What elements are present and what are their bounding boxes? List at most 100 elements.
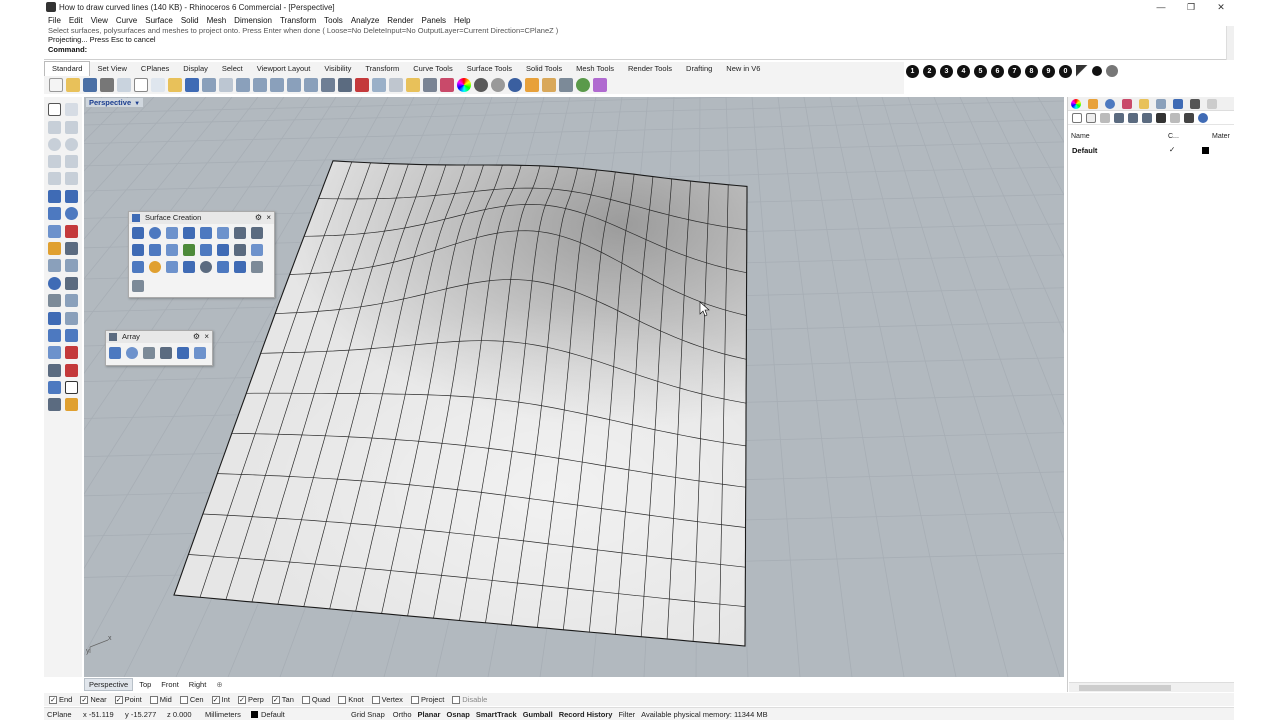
osnap-knot[interactable]: Knot — [338, 695, 364, 704]
dimension-icon[interactable] — [65, 242, 78, 255]
tab-visibility[interactable]: Visibility — [317, 62, 358, 76]
menu-tools[interactable]: Tools — [324, 16, 343, 25]
osnap-checkbox[interactable] — [452, 695, 461, 704]
display-button-9[interactable]: 9 — [1042, 64, 1055, 78]
menu-solid[interactable]: Solid — [181, 16, 199, 25]
globe-icon[interactable] — [576, 78, 590, 92]
more-tools-icon[interactable] — [132, 280, 144, 292]
checkmark-tool-icon[interactable] — [65, 381, 78, 394]
rectangular-plane-icon[interactable] — [183, 227, 195, 239]
tab-transform[interactable]: Transform — [358, 62, 406, 76]
osnap-checkbox[interactable] — [338, 695, 347, 704]
surface-creation-titlebar[interactable]: Surface Creation ⚙ × — [129, 212, 274, 224]
panel-horizontal-scrollbar[interactable] — [1069, 682, 1234, 692]
column-current[interactable]: C... — [1168, 133, 1179, 140]
close-button[interactable]: ✕ — [1206, 0, 1236, 14]
osnap-perp[interactable]: ✓ Perp — [237, 695, 264, 704]
tab-display[interactable]: Display — [176, 62, 215, 76]
tab-mesh-tools[interactable]: Mesh Tools — [569, 62, 621, 76]
tab-solid-tools[interactable]: Solid Tools — [519, 62, 569, 76]
display-button-7[interactable]: 7 — [1008, 64, 1021, 78]
array-icon[interactable] — [48, 364, 61, 377]
gear-icon[interactable]: ⚙ — [193, 331, 200, 343]
tab-drafting[interactable]: Drafting — [679, 62, 719, 76]
trim-icon[interactable] — [48, 259, 61, 272]
display-button-6[interactable]: 6 — [991, 64, 1004, 78]
text-icon[interactable] — [48, 312, 61, 325]
color-wheel-icon[interactable] — [457, 78, 471, 92]
polyline-icon[interactable] — [65, 121, 78, 134]
tab-select[interactable]: Select — [215, 62, 250, 76]
display-button-3[interactable]: 3 — [940, 64, 953, 78]
delete-layer-icon[interactable] — [1100, 112, 1110, 123]
osnap-near[interactable]: ✓ Near — [80, 695, 107, 704]
column-name[interactable]: Name — [1071, 133, 1090, 140]
network-surface-icon[interactable] — [200, 244, 212, 256]
tab-render-tools[interactable]: Render Tools — [621, 62, 679, 76]
zoom-icon[interactable] — [253, 78, 267, 92]
menu-render[interactable]: Render — [387, 16, 413, 25]
extrude-icon[interactable] — [65, 190, 78, 203]
array-titlebar[interactable]: Array ⚙ × — [106, 331, 212, 343]
array-on-surface-icon[interactable] — [160, 347, 172, 359]
surface-icon[interactable] — [48, 190, 61, 203]
lock-icon[interactable] — [423, 78, 437, 92]
render-icon[interactable] — [508, 78, 522, 92]
add-view-tab-icon[interactable]: ⊕ — [212, 679, 226, 690]
osnap-mid[interactable]: Mid — [149, 695, 172, 704]
osnap-checkbox[interactable] — [179, 695, 188, 704]
gear-icon[interactable]: ⚙ — [255, 212, 262, 224]
sphere-icon[interactable] — [65, 207, 78, 220]
osnap-checkbox[interactable]: ✓ — [211, 695, 220, 704]
check-icon[interactable] — [65, 364, 78, 377]
paste-icon[interactable] — [168, 78, 182, 92]
move-layer-down-icon[interactable] — [1128, 112, 1138, 123]
surface-from-points-icon[interactable] — [132, 227, 144, 239]
fillet-curve-icon[interactable] — [65, 172, 78, 185]
patch-icon[interactable] — [251, 227, 263, 239]
gray-sphere-icon[interactable] — [1106, 65, 1118, 77]
menu-file[interactable]: File — [48, 16, 61, 25]
zoom-extents-icon[interactable] — [287, 78, 301, 92]
tab-standard[interactable]: Standard — [44, 61, 91, 76]
grid-snap-toggle[interactable]: Grid Snap — [351, 710, 385, 719]
menu-dimension[interactable]: Dimension — [234, 16, 272, 25]
planar-toggle[interactable]: Planar — [418, 710, 441, 719]
loft-icon[interactable] — [234, 227, 246, 239]
array-surface-curve-icon[interactable] — [177, 347, 189, 359]
paint-icon[interactable] — [65, 398, 78, 411]
new-sublayer-icon[interactable] — [1086, 112, 1096, 123]
osnap-checkbox[interactable] — [410, 695, 419, 704]
help-icon[interactable] — [559, 78, 573, 92]
tab-surface-tools[interactable]: Surface Tools — [460, 62, 519, 76]
osnap-checkbox[interactable]: ✓ — [114, 695, 123, 704]
zoom-window-icon[interactable] — [270, 78, 284, 92]
revolve-icon[interactable] — [166, 244, 178, 256]
heightfield-icon[interactable] — [251, 244, 263, 256]
osnap-disable[interactable]: Disable — [452, 695, 487, 704]
display-button-8[interactable]: 8 — [1025, 64, 1038, 78]
extrude-curve-icon[interactable] — [200, 227, 212, 239]
black-dot-icon[interactable] — [1092, 66, 1102, 76]
menu-view[interactable]: View — [91, 16, 108, 25]
fillet-icon[interactable] — [48, 294, 61, 307]
scrollbar-thumb[interactable] — [1079, 685, 1171, 691]
close-icon[interactable]: × — [266, 212, 271, 224]
display-button-0[interactable]: 0 — [1059, 64, 1072, 78]
tab-set-view[interactable]: Set View — [90, 62, 133, 76]
curve-pen-icon[interactable] — [1076, 65, 1088, 77]
blend-surface-icon[interactable] — [132, 261, 144, 273]
osnap-checkbox[interactable] — [149, 695, 158, 704]
layer-color-swatch[interactable] — [1202, 147, 1209, 154]
menu-analyze[interactable]: Analyze — [351, 16, 379, 25]
column-material[interactable]: Mater — [1212, 133, 1230, 140]
osnap-quad[interactable]: Quad — [301, 695, 330, 704]
properties-icon[interactable] — [525, 78, 539, 92]
render-tool-icon[interactable] — [48, 398, 61, 411]
view-tab-top[interactable]: Top — [135, 679, 155, 690]
drape-icon[interactable] — [234, 244, 246, 256]
new-layer-icon[interactable] — [1072, 112, 1082, 123]
view-tab-front[interactable]: Front — [157, 679, 183, 690]
group-icon[interactable] — [48, 329, 61, 342]
options-gears-icon[interactable] — [542, 78, 556, 92]
